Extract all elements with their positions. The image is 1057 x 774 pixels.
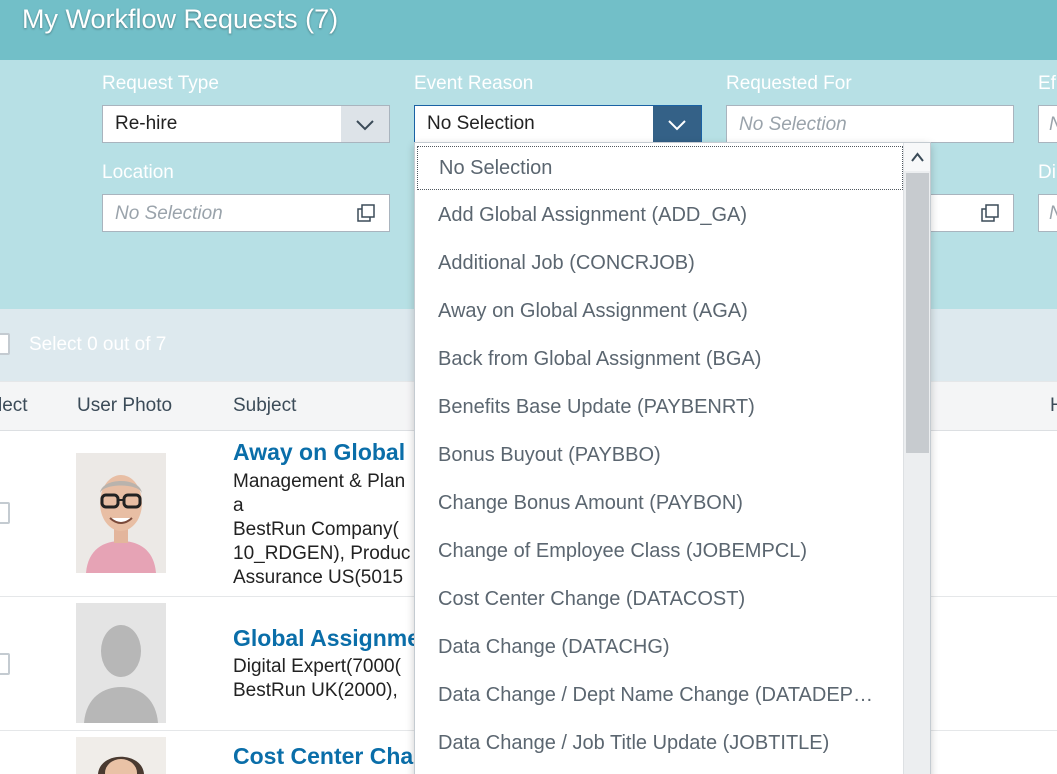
requested-for-label: Requested For (726, 73, 852, 94)
column-header-partial: H (1050, 395, 1057, 416)
event-reason-value: No Selection (427, 113, 535, 134)
location-input[interactable]: No Selection (102, 194, 390, 232)
dropdown-option[interactable]: Benefits Base Update (PAYBENRT) (415, 385, 903, 433)
select-all-checkbox[interactable] (0, 333, 10, 355)
effective-date-label: Ef (1038, 73, 1056, 94)
row-subject-link[interactable]: Away on Global (233, 439, 405, 466)
row-subject-link[interactable]: Global Assignme (233, 625, 420, 652)
chevron-down-icon (356, 120, 374, 131)
row-detail-line: Management & Plan (233, 471, 406, 492)
value-help-icon[interactable] (981, 204, 999, 222)
row-checkbox[interactable] (0, 502, 10, 524)
dropdown-option[interactable]: Additional Job (CONCRJOB) (415, 241, 903, 289)
column-header-select: lect (0, 395, 28, 416)
scrollbar-thumb[interactable] (906, 173, 929, 453)
row-detail-line: a (233, 495, 244, 516)
division-label: Di (1038, 162, 1056, 183)
event-reason-label: Event Reason (414, 73, 534, 94)
row-detail-line: 10_RDGEN), Produc (233, 543, 411, 564)
event-reason-dropdown-list: No Selection Add Global Assignment (ADD_… (414, 142, 931, 774)
event-reason-dropdown-button[interactable] (653, 106, 701, 142)
effective-date-placeholder: N (1049, 114, 1057, 136)
person-photo-icon (76, 737, 166, 774)
scroll-up-button[interactable] (904, 143, 930, 171)
dropdown-option[interactable]: Back from Global Assignment (BGA) (415, 337, 903, 385)
column-header-subject: Subject (233, 395, 297, 416)
row-checkbox[interactable] (0, 653, 10, 675)
selection-count: Select 0 out of 7 (29, 334, 167, 355)
column-header-user-photo: User Photo (77, 395, 173, 416)
row-detail-line: BestRun Company( (233, 519, 399, 540)
location-label: Location (102, 162, 174, 183)
dropdown-option[interactable]: No Selection (417, 146, 903, 190)
request-type-value: Re-hire (115, 113, 178, 134)
request-type-label: Request Type (102, 73, 219, 94)
value-help-icon[interactable] (357, 204, 375, 222)
dropdown-option[interactable]: Cost Center Change (DATACOST) (415, 577, 903, 625)
location-placeholder: No Selection (115, 203, 223, 224)
effective-date-input[interactable]: N (1038, 105, 1057, 143)
dropdown-option[interactable]: Change of Employee Class (JOBEMPCL) (415, 529, 903, 577)
dropdown-option[interactable]: Change Bonus Amount (PAYBON) (415, 481, 903, 529)
chevron-down-icon (668, 120, 686, 131)
page-header: My Workflow Requests (7) (0, 0, 1057, 60)
user-photo-placeholder (76, 603, 166, 723)
requested-for-placeholder: No Selection (739, 114, 847, 135)
row-detail-line: BestRun UK(2000), (233, 680, 398, 701)
user-photo-avatar (76, 453, 166, 573)
user-photo-avatar (76, 737, 166, 774)
dropdown-scrollbar[interactable] (903, 143, 930, 774)
dropdown-option[interactable]: Away on Global Assignment (AGA) (415, 289, 903, 337)
request-type-dropdown-button[interactable] (341, 106, 389, 142)
event-reason-select[interactable]: No Selection (414, 105, 702, 143)
chevron-up-icon (911, 152, 924, 162)
person-photo-icon (76, 453, 166, 573)
division-input[interactable]: N (1038, 194, 1057, 232)
dropdown-option[interactable]: Data Change (DATACHG) (415, 625, 903, 673)
dropdown-option[interactable]: Data Change / Job Title Update (JOBTITLE… (415, 721, 903, 769)
person-silhouette-icon (76, 603, 166, 723)
row-subject-link[interactable]: Cost Center Cha (233, 743, 413, 770)
dropdown-option[interactable]: Add Global Assignment (ADD_GA) (415, 193, 903, 241)
row-detail-line: Assurance US(5015 (233, 567, 404, 588)
row-detail-line: Digital Expert(7000( (233, 656, 401, 677)
request-type-select[interactable]: Re-hire (102, 105, 390, 143)
page-title: My Workflow Requests (7) (22, 4, 339, 34)
dropdown-option[interactable]: Data Change / Dept Name Change (DATADEP… (415, 673, 903, 721)
division-placeholder: N (1049, 203, 1057, 225)
dropdown-option[interactable]: Bonus Buyout (PAYBBO) (415, 433, 903, 481)
requested-for-input[interactable]: No Selection (726, 105, 1014, 143)
